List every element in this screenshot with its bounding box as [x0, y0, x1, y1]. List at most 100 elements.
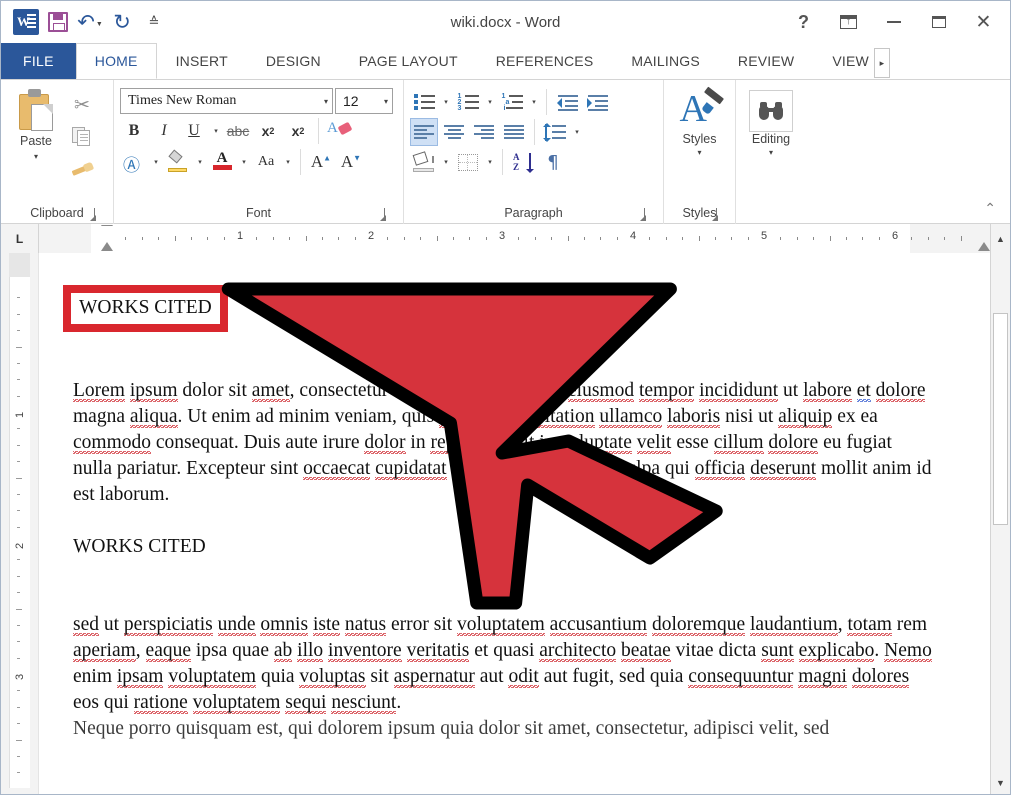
- font-dialog-launcher[interactable]: [384, 208, 395, 220]
- text-run: .: [396, 692, 402, 713]
- font-color-chevron-down-icon[interactable]: ▾: [238, 158, 250, 166]
- minimize-button[interactable]: [871, 1, 916, 43]
- scroll-down-button[interactable]: ▼: [991, 772, 1010, 794]
- lorem-paragraph-2[interactable]: sed ut perspiciatis unde omnis iste natu…: [73, 612, 932, 716]
- strikethrough-button[interactable]: abc: [224, 117, 252, 145]
- works-cited-heading-plain[interactable]: WORKS CITED: [73, 534, 932, 560]
- tab-file[interactable]: FILE: [1, 43, 76, 79]
- tab-mailings[interactable]: MAILINGS: [612, 43, 719, 79]
- grow-font-button[interactable]: A▲: [307, 148, 335, 176]
- chevron-down-icon[interactable]: ▼: [96, 21, 103, 28]
- line-spacing-button[interactable]: [541, 118, 569, 146]
- line-spacing-chevron-down-icon[interactable]: ▾: [571, 128, 583, 136]
- save-button[interactable]: [43, 7, 73, 37]
- chevron-down-icon[interactable]: ▾: [697, 148, 701, 157]
- maximize-button[interactable]: [916, 1, 961, 43]
- superscript-button[interactable]: x2: [284, 117, 312, 145]
- sort-button[interactable]: AZ: [509, 148, 537, 176]
- show-formatting-marks-button[interactable]: ¶: [539, 148, 567, 176]
- increase-indent-button[interactable]: [583, 88, 611, 116]
- shrink-font-button[interactable]: A▼: [337, 148, 365, 176]
- format-painter-button[interactable]: [65, 154, 99, 184]
- align-right-button[interactable]: [470, 118, 498, 146]
- document-page[interactable]: WORKS CITED Lorem ipsum dolor sit amet, …: [39, 253, 990, 794]
- cut-button[interactable]: ✂: [65, 90, 99, 120]
- scroll-up-button[interactable]: ▲: [990, 224, 1010, 254]
- paste-button[interactable]: Paste ▾: [7, 86, 65, 202]
- hanging-indent-marker[interactable]: [101, 242, 113, 251]
- font-name-combobox[interactable]: Times New Roman ▾: [120, 88, 333, 114]
- tab-references[interactable]: REFERENCES: [477, 43, 613, 79]
- multilevel-chevron-down-icon[interactable]: ▾: [528, 98, 540, 106]
- vertical-scrollbar[interactable]: ▼: [990, 253, 1010, 794]
- editing-button[interactable]: Editing ▾: [742, 86, 800, 202]
- chevron-down-icon[interactable]: ▾: [769, 148, 773, 157]
- styles-button[interactable]: A Styles ▾: [670, 86, 729, 202]
- document-canvas[interactable]: WORKS CITED Lorem ipsum dolor sit amet, …: [39, 253, 990, 794]
- justify-button[interactable]: [500, 118, 528, 146]
- ruler-tick: [436, 236, 438, 241]
- copy-button[interactable]: [65, 122, 99, 152]
- text-highlight-color-button[interactable]: [164, 148, 192, 176]
- tab-scroll-right-button[interactable]: ▸: [873, 48, 890, 78]
- vertical-ruler[interactable]: 1 2 3: [1, 253, 39, 794]
- tab-review[interactable]: REVIEW: [719, 43, 813, 79]
- bullets-button[interactable]: [410, 88, 438, 116]
- vertical-scrollbar-thumb[interactable]: [993, 313, 1008, 525]
- underline-chevron-down-icon[interactable]: ▾: [210, 127, 222, 135]
- change-case-chevron-down-icon[interactable]: ▾: [282, 158, 294, 166]
- borders-button[interactable]: [454, 148, 482, 176]
- vertical-ruler-number: 1: [14, 411, 26, 418]
- help-button[interactable]: ?: [781, 1, 826, 43]
- numbering-button[interactable]: 123: [454, 88, 482, 116]
- font-color-button[interactable]: A: [208, 148, 236, 176]
- spelling-error: ab: [273, 640, 293, 662]
- bold-button[interactable]: B: [120, 117, 148, 145]
- highlight-chevron-down-icon[interactable]: ▾: [194, 158, 206, 166]
- right-indent-marker[interactable]: [978, 242, 990, 251]
- tab-insert[interactable]: INSERT: [157, 43, 247, 79]
- decrease-indent-button[interactable]: [553, 88, 581, 116]
- change-case-button[interactable]: Aa: [252, 148, 280, 176]
- tab-home[interactable]: HOME: [75, 43, 157, 79]
- underline-button[interactable]: U: [180, 117, 208, 145]
- align-left-button[interactable]: [410, 118, 438, 146]
- undo-button[interactable]: ↶ ▼: [75, 7, 105, 37]
- paragraph-dialog-launcher[interactable]: [644, 208, 655, 220]
- font-size-combobox[interactable]: 12 ▾: [335, 88, 393, 114]
- close-button[interactable]: ✕: [961, 1, 1006, 43]
- chevron-down-icon[interactable]: ▾: [320, 97, 328, 106]
- bullets-chevron-down-icon[interactable]: ▾: [440, 98, 452, 106]
- clear-formatting-button[interactable]: A: [325, 117, 353, 145]
- styles-dialog-launcher[interactable]: [716, 208, 727, 220]
- subscript-button[interactable]: x2: [254, 117, 282, 145]
- customize-quick-access-button[interactable]: ≙: [139, 7, 169, 37]
- ribbon-display-options-button[interactable]: [826, 1, 871, 43]
- borders-chevron-down-icon[interactable]: ▾: [484, 158, 496, 166]
- numbering-chevron-down-icon[interactable]: ▾: [484, 98, 496, 106]
- text-run: [402, 640, 407, 661]
- horizontal-ruler[interactable]: 1 2 3 4 5 6: [39, 224, 990, 254]
- ruler-number: 2: [367, 230, 375, 242]
- chevron-down-icon[interactable]: ▾: [34, 152, 38, 161]
- tab-stop-selector[interactable]: L: [1, 224, 39, 254]
- align-center-button[interactable]: [440, 118, 468, 146]
- lorem-paragraph-3-clipped[interactable]: Neque porro quisquam est, qui dolorem ip…: [73, 716, 932, 742]
- shading-chevron-down-icon[interactable]: ▾: [440, 158, 452, 166]
- chevron-down-icon[interactable]: ▾: [380, 97, 388, 106]
- text-effects-button[interactable]: Ⓐ: [120, 148, 148, 176]
- clipboard-dialog-launcher[interactable]: [94, 208, 105, 220]
- vertical-ruler-tick: [17, 395, 20, 397]
- tab-view[interactable]: VIEW: [813, 43, 874, 79]
- multilevel-list-button[interactable]: 1ai: [498, 88, 526, 116]
- redo-button[interactable]: ↻: [107, 7, 137, 37]
- italic-button[interactable]: I: [150, 117, 178, 145]
- works-cited-heading-boxed[interactable]: WORKS CITED: [63, 285, 228, 332]
- lorem-paragraph-1[interactable]: Lorem ipsum dolor sit amet, consectetur …: [73, 378, 932, 508]
- collapse-ribbon-button[interactable]: ⌃: [984, 200, 996, 217]
- text-effects-chevron-down-icon[interactable]: ▾: [150, 158, 162, 166]
- shading-button[interactable]: [410, 148, 438, 176]
- tab-design[interactable]: DESIGN: [247, 43, 340, 79]
- tab-page-layout[interactable]: PAGE LAYOUT: [340, 43, 477, 79]
- spelling-error: cillum: [713, 432, 764, 454]
